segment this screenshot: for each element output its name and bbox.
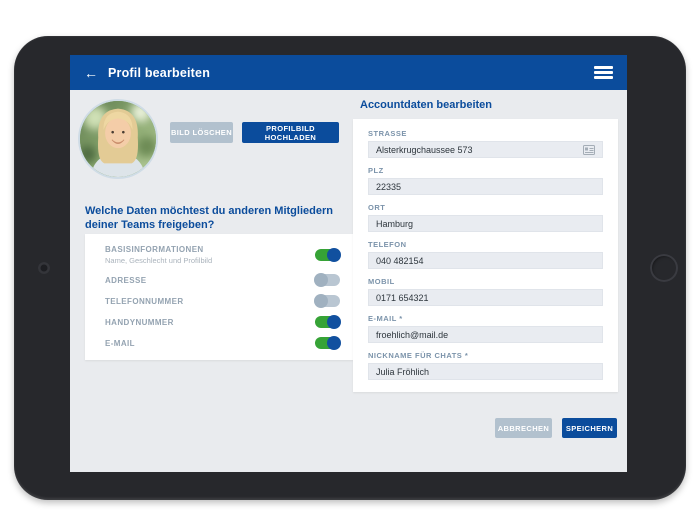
field-value: 22335 bbox=[376, 182, 595, 192]
field-nickname: NICKNAME FÜR CHATS * Julia Fröhlich bbox=[368, 351, 603, 380]
field-label: STRASSE bbox=[368, 129, 603, 138]
avatar-photo-illustration bbox=[80, 101, 156, 177]
toggle-row-handynummer: HANDYNUMMER bbox=[105, 316, 340, 328]
app-header: ← Profil bearbeiten bbox=[70, 55, 627, 90]
field-label: MOBIL bbox=[368, 277, 603, 286]
back-arrow-icon[interactable]: ← bbox=[84, 65, 98, 81]
account-section-heading: Accountdaten bearbeiten bbox=[360, 99, 492, 111]
page: ← Profil bearbeiten bbox=[0, 0, 700, 525]
field-label: TELEFON bbox=[368, 240, 603, 249]
form-actions: ABBRECHEN SPEICHERN bbox=[495, 418, 617, 438]
toggle-label: E-MAIL bbox=[105, 339, 135, 348]
home-button[interactable] bbox=[650, 254, 678, 282]
field-value: froehlich@mail.de bbox=[376, 330, 595, 340]
telefon-input[interactable]: 040 482154 bbox=[368, 252, 603, 269]
field-value: 0171 654321 bbox=[376, 293, 595, 303]
field-value: Hamburg bbox=[376, 219, 595, 229]
toggle-row-telefonnummer: TELEFONNUMMER bbox=[105, 295, 340, 307]
field-value: Julia Fröhlich bbox=[376, 367, 595, 377]
field-telefon: TELEFON 040 482154 bbox=[368, 240, 603, 269]
toggle-label: ADRESSE bbox=[105, 276, 146, 285]
field-strasse: STRASSE Alsterkrugchaussee 573 bbox=[368, 129, 603, 158]
nickname-input[interactable]: Julia Fröhlich bbox=[368, 363, 603, 380]
field-label: ORT bbox=[368, 203, 603, 212]
toggle-label: BASISINFORMATIONEN bbox=[105, 245, 212, 254]
toggle-sublabel: Name, Geschlecht und Profilbild bbox=[105, 256, 212, 265]
mobil-input[interactable]: 0171 654321 bbox=[368, 289, 603, 306]
page-title: Profil bearbeiten bbox=[108, 66, 210, 80]
toggle-handynummer[interactable] bbox=[315, 316, 340, 328]
field-value: Alsterkrugchaussee 573 bbox=[376, 145, 583, 155]
profile-picture bbox=[78, 99, 158, 179]
tablet-frame: ← Profil bearbeiten bbox=[14, 36, 686, 500]
toggle-row-email: E-MAIL bbox=[105, 337, 340, 349]
toggle-adresse[interactable] bbox=[315, 274, 340, 286]
app-screen: ← Profil bearbeiten bbox=[70, 55, 627, 472]
contact-card-icon[interactable] bbox=[583, 145, 595, 155]
upload-picture-button[interactable]: PROFILBILD HOCHLADEN bbox=[242, 122, 339, 143]
strasse-input[interactable]: Alsterkrugchaussee 573 bbox=[368, 141, 603, 158]
delete-picture-button[interactable]: BILD LÖSCHEN bbox=[170, 122, 233, 143]
toggle-email[interactable] bbox=[315, 337, 340, 349]
toggle-telefonnummer[interactable] bbox=[315, 295, 340, 307]
toggle-label: TELEFONNUMMER bbox=[105, 297, 184, 306]
field-label: E-MAIL * bbox=[368, 314, 603, 323]
ort-input[interactable]: Hamburg bbox=[368, 215, 603, 232]
field-label: PLZ bbox=[368, 166, 603, 175]
toggle-row-adresse: ADRESSE bbox=[105, 274, 340, 286]
sharing-settings-card: BASISINFORMATIONEN Name, Geschlecht und … bbox=[85, 234, 353, 360]
toggle-label: HANDYNUMMER bbox=[105, 318, 174, 327]
email-input[interactable]: froehlich@mail.de bbox=[368, 326, 603, 343]
field-email: E-MAIL * froehlich@mail.de bbox=[368, 314, 603, 343]
camera-icon bbox=[38, 262, 50, 274]
cancel-button[interactable]: ABBRECHEN bbox=[495, 418, 552, 438]
plz-input[interactable]: 22335 bbox=[368, 178, 603, 195]
field-ort: ORT Hamburg bbox=[368, 203, 603, 232]
save-button[interactable]: SPEICHERN bbox=[562, 418, 617, 438]
toggle-row-basisinformationen: BASISINFORMATIONEN Name, Geschlecht und … bbox=[105, 245, 340, 265]
field-label: NICKNAME FÜR CHATS * bbox=[368, 351, 603, 360]
field-value: 040 482154 bbox=[376, 256, 595, 266]
field-plz: PLZ 22335 bbox=[368, 166, 603, 195]
sharing-question: Welche Daten möchtest du anderen Mitglie… bbox=[85, 204, 361, 233]
toggle-basisinformationen[interactable] bbox=[315, 249, 340, 261]
field-mobil: MOBIL 0171 654321 bbox=[368, 277, 603, 306]
account-form-card: STRASSE Alsterkrugchaussee 573 bbox=[353, 119, 618, 392]
hamburger-menu-icon[interactable] bbox=[594, 66, 613, 79]
